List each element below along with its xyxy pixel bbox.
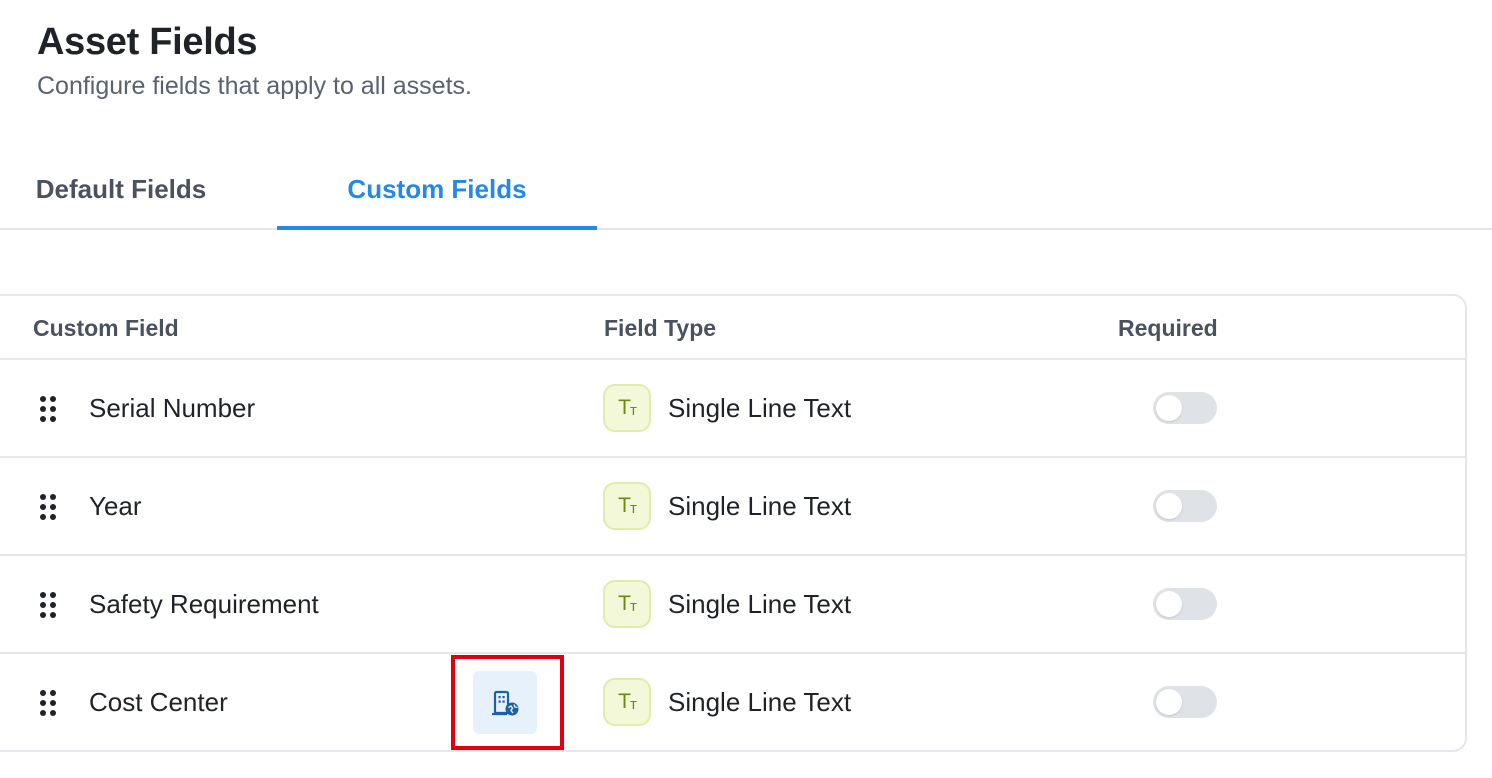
field-type-label: Single Line Text xyxy=(668,392,852,423)
required-toggle[interactable] xyxy=(1153,490,1217,522)
drag-handle-icon[interactable] xyxy=(40,690,56,716)
field-type-cell: Tт Single Line Text xyxy=(603,458,851,554)
tab-custom-fields[interactable]: Custom Fields xyxy=(277,150,597,230)
required-toggle[interactable] xyxy=(1153,392,1217,424)
tab-default-fields[interactable]: Default Fields xyxy=(0,150,242,228)
required-toggle[interactable] xyxy=(1153,588,1217,620)
page-title: Asset Fields xyxy=(37,21,258,63)
text-type-icon: Tт xyxy=(603,482,651,530)
drag-handle-icon[interactable] xyxy=(40,396,56,422)
text-type-icon: Tт xyxy=(603,678,651,726)
column-header-required: Required xyxy=(1118,314,1218,341)
field-type-cell: Tт Single Line Text xyxy=(603,360,851,456)
required-toggle[interactable] xyxy=(1153,686,1217,718)
highlight-box xyxy=(451,655,564,750)
table-row: Cost Center Tт Single Line Text xyxy=(0,654,1465,750)
field-type-cell: Tт Single Line Text xyxy=(603,556,851,652)
field-name: Cost Center xyxy=(89,686,228,717)
drag-handle-icon[interactable] xyxy=(40,494,56,520)
table-row: Safety Requirement Tт Single Line Text xyxy=(0,556,1465,654)
text-type-icon: Tт xyxy=(603,580,651,628)
field-type-label: Single Line Text xyxy=(668,490,852,521)
field-name: Year xyxy=(89,490,142,521)
field-type-label: Single Line Text xyxy=(668,686,852,717)
field-name: Serial Number xyxy=(89,392,256,423)
tab-bar: Default Fields Custom Fields xyxy=(0,150,1492,230)
column-header-field-type: Field Type xyxy=(604,314,717,341)
custom-fields-table: Custom Field Field Type Required Serial … xyxy=(0,294,1467,752)
page-header: Asset Fields Configure fields that apply… xyxy=(37,20,472,102)
table-header: Custom Field Field Type Required xyxy=(0,296,1465,360)
drag-handle-icon[interactable] xyxy=(40,592,56,618)
text-type-icon: Tт xyxy=(603,384,651,432)
field-name: Safety Requirement xyxy=(89,588,319,619)
column-header-custom-field: Custom Field xyxy=(33,314,179,341)
table-row: Serial Number Tт Single Line Text xyxy=(0,360,1465,458)
table-row: Year Tт Single Line Text xyxy=(0,458,1465,556)
field-type-cell: Tт Single Line Text xyxy=(603,654,851,750)
field-type-label: Single Line Text xyxy=(668,588,852,619)
page-subtitle: Configure fields that apply to all asset… xyxy=(37,72,472,100)
